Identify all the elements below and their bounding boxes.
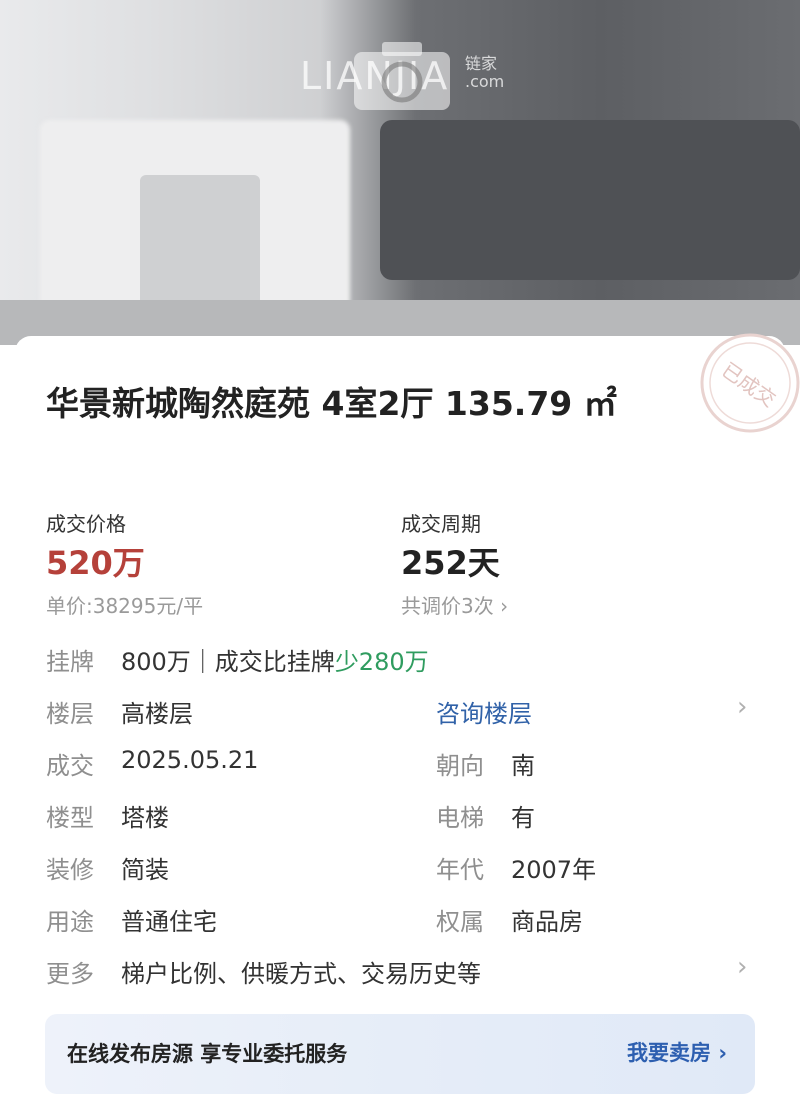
deal-cycle: 252天 bbox=[401, 544, 500, 582]
usage-value: 普通住宅 bbox=[121, 908, 217, 936]
deal-cycle-label: 成交周期 bbox=[401, 512, 481, 536]
deal-date-value: 2025.05.21 bbox=[121, 746, 259, 774]
decoration-label: 装修 bbox=[46, 856, 94, 884]
ownership-value: 商品房 bbox=[511, 908, 583, 936]
chevron-right-icon: › bbox=[718, 1041, 727, 1065]
orientation-value: 南 bbox=[511, 752, 535, 780]
sell-house-button[interactable]: 我要卖房 › bbox=[627, 1037, 727, 1067]
consult-floor-link[interactable]: 咨询楼层 bbox=[436, 694, 532, 729]
year-value: 2007年 bbox=[511, 856, 597, 884]
year-label: 年代 bbox=[436, 856, 484, 884]
deal-date-label: 成交 bbox=[46, 752, 94, 780]
listing-card: 华景新城陶然庭苑 4室2厅 135.79 ㎡ 已成交 成交价格 520万 单价:… bbox=[15, 333, 800, 1096]
watermark-cn: 链家 bbox=[465, 54, 498, 73]
camera-icon bbox=[354, 42, 450, 110]
deal-price: 520万 bbox=[46, 544, 145, 582]
watermark-com: .com bbox=[465, 72, 505, 91]
building-type-value: 塔楼 bbox=[121, 804, 169, 832]
orientation-label: 朝向 bbox=[436, 752, 484, 780]
decoration-value: 简装 bbox=[121, 856, 169, 884]
watermark: LIANJIA 链家 .com bbox=[300, 40, 520, 110]
chevron-right-icon: › bbox=[500, 594, 509, 618]
banner-text: 在线发布房源 享专业委托服务 bbox=[67, 1042, 348, 1066]
deal-price-label: 成交价格 bbox=[46, 512, 126, 536]
listing-title: 华景新城陶然庭苑 4室2厅 135.79 ㎡ bbox=[46, 384, 617, 423]
unit-price: 单价:38295元/平 bbox=[46, 594, 204, 618]
listing-photo[interactable]: LIANJIA 链家 .com bbox=[0, 0, 800, 345]
chevron-right-icon[interactable]: › bbox=[737, 692, 747, 722]
listing-price: 800万｜成交比挂牌 bbox=[121, 648, 335, 676]
ownership-label: 权属 bbox=[436, 908, 484, 936]
listing-value: 800万｜成交比挂牌少280万 bbox=[121, 642, 429, 677]
sell-house-label: 我要卖房 bbox=[627, 1041, 711, 1065]
listing-label: 挂牌 bbox=[46, 648, 94, 676]
sell-banner[interactable]: 在线发布房源 享专业委托服务 我要卖房 › bbox=[45, 1014, 755, 1094]
price-diff: 少280万 bbox=[334, 648, 429, 676]
stamp-text: 已成交 bbox=[717, 358, 780, 412]
building-type-label: 楼型 bbox=[46, 804, 94, 832]
floor-value: 高楼层 bbox=[121, 700, 193, 728]
chevron-right-icon[interactable]: › bbox=[737, 952, 747, 982]
deal-stamp-icon: 已成交 bbox=[700, 333, 800, 433]
elevator-value: 有 bbox=[511, 804, 535, 832]
photo-sofa bbox=[380, 120, 800, 280]
price-adjust-link[interactable]: 共调价3次 › bbox=[401, 590, 508, 619]
elevator-label: 电梯 bbox=[436, 804, 484, 832]
more-value[interactable]: 梯户比例、供暖方式、交易历史等 bbox=[121, 954, 481, 989]
more-label: 更多 bbox=[46, 960, 94, 988]
usage-label: 用途 bbox=[46, 908, 94, 936]
price-adjust-text: 共调价3次 bbox=[401, 594, 494, 618]
floor-label: 楼层 bbox=[46, 700, 94, 728]
